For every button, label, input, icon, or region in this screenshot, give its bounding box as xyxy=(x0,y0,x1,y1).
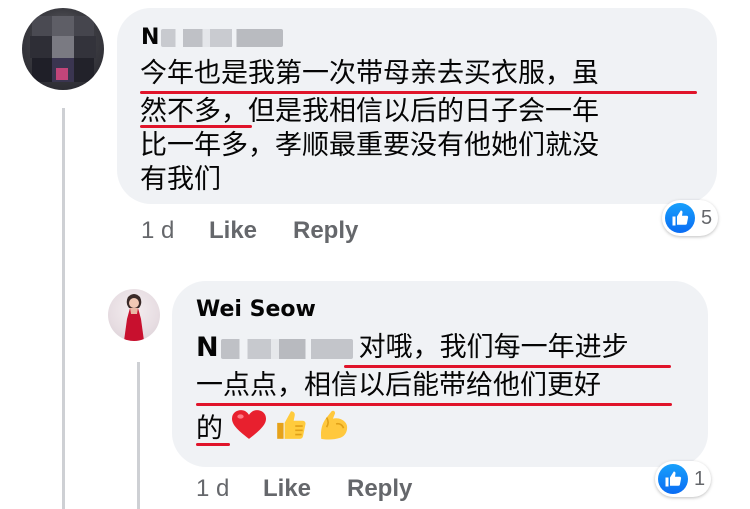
mention-tag[interactable]: N xyxy=(196,332,219,363)
reply-button[interactable]: Reply xyxy=(293,216,358,246)
reply-line-2: 一点点，相信以后能带给他们更好 xyxy=(196,370,601,401)
highlight-underline xyxy=(196,403,672,406)
comment-line-1: 今年也是我第一次带母亲去买衣服，虽 xyxy=(140,58,599,89)
comment-author[interactable]: N xyxy=(141,24,284,52)
avatar[interactable] xyxy=(22,8,104,90)
author-name[interactable]: N xyxy=(141,25,159,50)
reply-line-1: N 对哦，我们每一年进步 xyxy=(196,332,629,363)
reaction-count: 1 xyxy=(694,467,706,490)
like-button[interactable]: Like xyxy=(209,216,257,246)
reaction-badge[interactable]: 5 xyxy=(662,200,719,236)
flexed-biceps-icon xyxy=(317,408,351,452)
like-button[interactable]: Like xyxy=(263,474,311,504)
highlight-underline xyxy=(140,91,697,94)
redacted-mention xyxy=(220,338,353,359)
highlight-underline xyxy=(344,365,671,368)
thumbs-up-icon xyxy=(665,203,695,233)
highlight-underline xyxy=(140,125,252,128)
reaction-badge[interactable]: 1 xyxy=(655,461,712,497)
highlight-underline xyxy=(196,443,230,446)
redacted-name xyxy=(161,29,284,47)
reaction-count: 5 xyxy=(701,206,713,229)
reply-author[interactable]: Wei Seow xyxy=(196,296,316,324)
heart-icon xyxy=(231,410,266,450)
comment-timestamp[interactable]: 1 d xyxy=(141,216,174,246)
reply-timestamp[interactable]: 1 d xyxy=(196,474,229,504)
thread-line xyxy=(62,108,65,509)
avatar[interactable] xyxy=(108,289,160,341)
thumbs-up-emoji-icon xyxy=(274,408,308,452)
reply-button[interactable]: Reply xyxy=(347,474,412,504)
comment-line-3: 比一年多，孝顺最重要没有他她们就没 xyxy=(140,130,599,161)
thumbs-up-icon xyxy=(658,464,688,494)
reply-thread-line xyxy=(137,362,140,509)
comment-line-4: 有我们 xyxy=(140,164,221,195)
